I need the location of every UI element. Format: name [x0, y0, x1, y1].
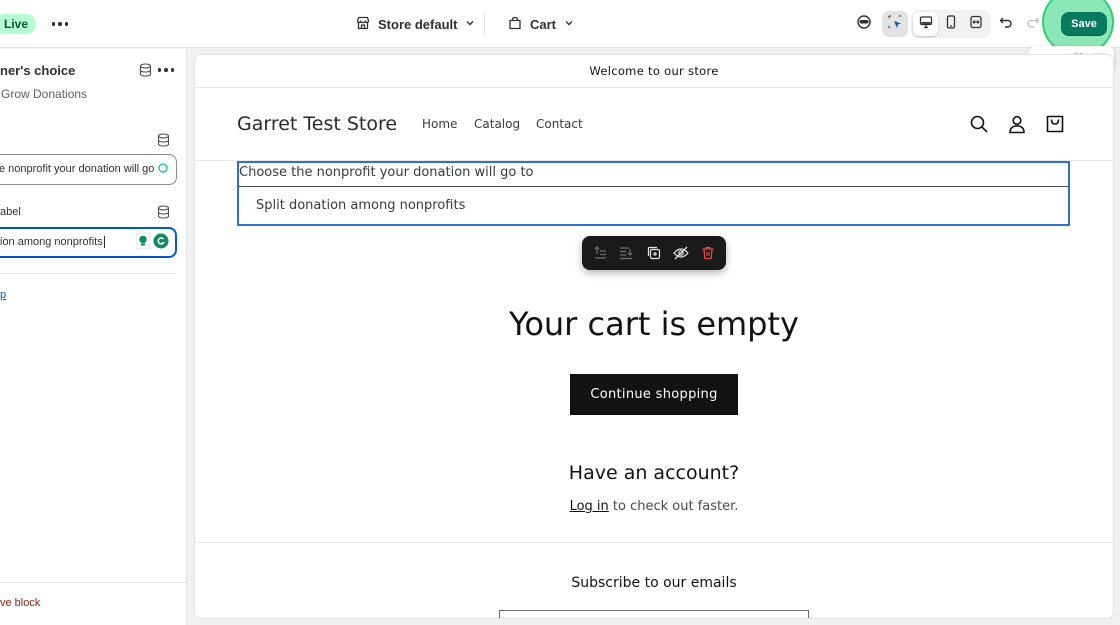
- legend-divider: [239, 186, 1068, 187]
- ai-sidekick-button[interactable]: [851, 11, 877, 37]
- block-subtitle: Grow Donations: [1, 87, 88, 101]
- remove-block-button[interactable]: ve block: [0, 597, 40, 609]
- status-badge: Live: [0, 14, 37, 34]
- toolbar-divider: [484, 14, 485, 34]
- trash-icon: [702, 246, 714, 260]
- nav-home-link[interactable]: Home: [422, 117, 457, 131]
- dynamic-source-button[interactable]: [137, 62, 153, 78]
- panel-bottom-divider: [0, 582, 186, 583]
- more-actions-button[interactable]: [48, 12, 72, 36]
- theme-selector[interactable]: Store default: [355, 12, 476, 36]
- sidekick-icon: [856, 14, 872, 35]
- cart-icon: [1046, 115, 1064, 133]
- account-button[interactable]: [1006, 113, 1028, 135]
- delete-button[interactable]: [699, 244, 717, 262]
- mobile-view-button[interactable]: [938, 11, 964, 37]
- option-label-field[interactable]: ion among nonprofits: [0, 227, 177, 258]
- full-width-view-button[interactable]: [963, 11, 989, 37]
- store-logo-text[interactable]: Garret Test Store: [237, 113, 397, 135]
- footer-divider: [195, 542, 1113, 543]
- nav-contact-link[interactable]: Contact: [536, 117, 583, 131]
- legend-text-field[interactable]: e nonprofit your donation will go: [0, 154, 177, 185]
- cursor-select-icon: [887, 14, 903, 35]
- template-selector[interactable]: Cart: [507, 12, 575, 36]
- move-up-icon: [594, 246, 606, 259]
- donation-legend: Choose the nonprofit your donation will …: [239, 165, 534, 180]
- donation-option[interactable]: Split donation among nonprofits: [256, 198, 465, 213]
- panel-divider: [0, 273, 176, 274]
- mobile-icon: [943, 14, 959, 35]
- eye-slash-icon: [673, 246, 689, 260]
- grammarly-icon[interactable]: [153, 233, 169, 256]
- move-down-button[interactable]: [617, 244, 635, 262]
- database-icon: [139, 63, 151, 77]
- search-button[interactable]: [968, 113, 990, 135]
- move-down-icon: [620, 247, 633, 260]
- inspector-toggle-button[interactable]: [882, 11, 908, 37]
- undo-button[interactable]: [993, 11, 1019, 37]
- move-up-button[interactable]: [591, 244, 609, 262]
- grammarly-icon: [158, 156, 168, 184]
- learn-more-link[interactable]: p: [0, 289, 6, 301]
- account-icon: [1009, 115, 1025, 134]
- login-prompt-text: to check out faster.: [608, 499, 739, 514]
- template-selector-label: Cart: [530, 16, 557, 32]
- save-button[interactable]: Save: [1061, 12, 1107, 36]
- option-label-value: ion among nonprofits: [0, 236, 103, 248]
- login-prompt: Log in to check out faster.: [195, 499, 1113, 514]
- newsletter-email-input[interactable]: [499, 610, 809, 618]
- field2-dynamic-source-button[interactable]: [155, 204, 171, 220]
- announcement-bar: Welcome to our store: [195, 55, 1113, 88]
- option-label-label: abel: [0, 206, 21, 218]
- newsletter-heading: Subscribe to our emails: [571, 575, 737, 591]
- duplicate-icon: [647, 246, 661, 260]
- chevron-down-icon: [464, 17, 476, 32]
- cart-empty-heading: Your cart is empty: [509, 305, 799, 343]
- block-more-button[interactable]: [157, 62, 175, 78]
- hide-button[interactable]: [672, 244, 690, 262]
- desktop-view-button[interactable]: [913, 11, 939, 37]
- storefront-preview: Welcome to our store Garret Test Store H…: [195, 55, 1113, 618]
- nav-catalog-link[interactable]: Catalog: [474, 117, 520, 131]
- text-caret: [103, 236, 105, 249]
- chevron-down-icon: [563, 17, 575, 32]
- donation-block-selected[interactable]: Choose the nonprofit your donation will …: [237, 161, 1070, 226]
- redo-icon: [1025, 14, 1041, 35]
- block-floating-toolbar: [582, 236, 726, 270]
- ellipsis-icon: [157, 68, 175, 72]
- undo-icon: [998, 14, 1014, 35]
- expand-icon: [968, 14, 984, 35]
- block-settings-panel: ner's choice Grow Donations e nonprofit …: [0, 49, 187, 625]
- account-heading: Have an account?: [568, 462, 740, 484]
- top-bar: Live Store default Cart Save: [0, 0, 1120, 56]
- field1-dynamic-source-button[interactable]: [155, 132, 171, 148]
- ellipsis-icon: [51, 22, 69, 26]
- legend-text-value: e nonprofit your donation will go: [0, 163, 155, 175]
- search-icon: [970, 115, 988, 133]
- login-link[interactable]: Log in: [570, 499, 609, 514]
- theme-selector-label: Store default: [378, 16, 458, 32]
- desktop-icon: [918, 14, 934, 35]
- cart-button[interactable]: [1044, 113, 1066, 135]
- block-title: ner's choice: [0, 63, 76, 78]
- bag-icon: [507, 15, 523, 34]
- database-icon: [157, 205, 169, 219]
- continue-shopping-button[interactable]: Continue shopping: [570, 374, 738, 415]
- lightbulb-icon[interactable]: [135, 232, 151, 256]
- database-icon: [157, 133, 169, 147]
- duplicate-button[interactable]: [645, 244, 663, 262]
- store-icon: [355, 15, 371, 34]
